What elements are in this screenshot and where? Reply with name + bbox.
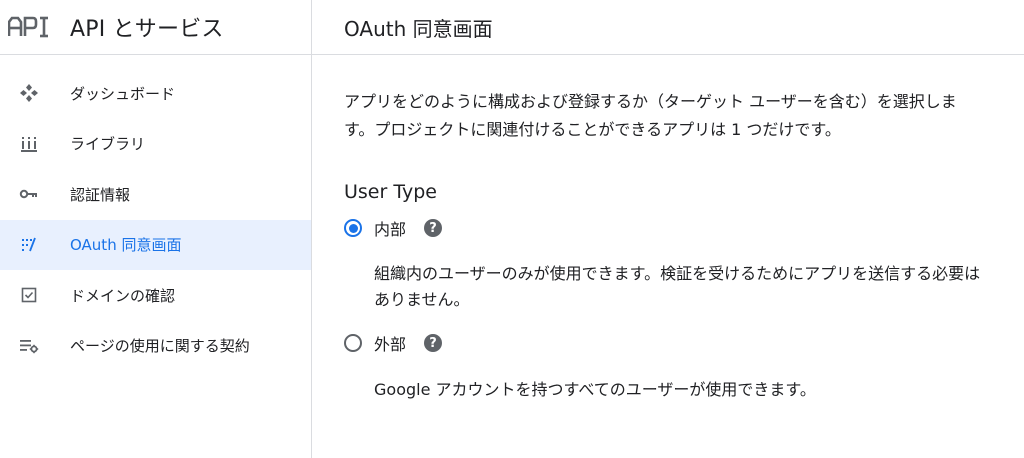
sidebar: API とサービス ダッシュボード ライブラリ 認証情報 OAuth 同意画面 …	[0, 0, 312, 458]
external-label[interactable]: 外部	[374, 331, 406, 355]
settings-list-icon	[18, 335, 40, 357]
sidebar-item-label: 認証情報	[70, 185, 131, 204]
internal-label[interactable]: 内部	[374, 216, 406, 240]
app-window: API とサービス ダッシュボード ライブラリ 認証情報 OAuth 同意画面 …	[0, 0, 1024, 458]
key-icon	[18, 183, 40, 205]
sidebar-item-domain-verification[interactable]: ドメインの確認	[0, 270, 311, 321]
sidebar-header: API とサービス	[0, 0, 311, 55]
content-area: アプリをどのように構成および登録するか（ターゲット ユーザーを含む）を選択します…	[312, 88, 1024, 403]
sidebar-item-label: ページの使用に関する契約	[70, 337, 250, 356]
user-type-internal-option[interactable]: 内部 ?	[344, 216, 1024, 240]
external-description: Google アカウントを持つすべてのユーザーが使用できます。	[374, 380, 816, 399]
dashboard-icon	[18, 82, 40, 104]
user-type-external-option[interactable]: 外部 ?	[344, 331, 1024, 355]
sidebar-item-oauth-consent[interactable]: OAuth 同意画面	[0, 219, 311, 270]
page-description: アプリをどのように構成および登録するか（ターゲット ユーザーを含む）を選択します…	[344, 92, 957, 139]
internal-description: 組織内のユーザーのみが使用できます。検証を受けるためにアプリを送信する必要はあり…	[374, 264, 981, 309]
page-title: OAuth 同意画面	[344, 16, 493, 41]
sidebar-item-label: OAuth 同意画面	[70, 236, 182, 255]
sidebar-item-label: ダッシュボード	[70, 84, 176, 103]
external-radio[interactable]	[344, 334, 362, 352]
user-type-heading: User Type	[344, 181, 437, 203]
library-icon	[18, 133, 40, 155]
sidebar-item-dashboard[interactable]: ダッシュボード	[0, 68, 311, 119]
sidebar-item-label: ライブラリ	[70, 135, 146, 154]
sidebar-item-page-usage-agreements[interactable]: ページの使用に関する契約	[0, 321, 311, 372]
sidebar-item-label: ドメインの確認	[70, 286, 176, 305]
internal-radio[interactable]	[344, 219, 362, 237]
main-content: OAuth 同意画面 アプリをどのように構成および登録するか（ターゲット ユーザ…	[312, 0, 1024, 458]
help-icon[interactable]: ?	[424, 219, 443, 237]
api-logo-icon	[8, 16, 48, 38]
checkbox-icon	[18, 284, 40, 306]
help-icon[interactable]: ?	[424, 334, 443, 352]
sidebar-item-library[interactable]: ライブラリ	[0, 119, 311, 170]
sidebar-item-credentials[interactable]: 認証情報	[0, 169, 311, 220]
radio-dot	[348, 223, 358, 233]
main-header: OAuth 同意画面	[312, 0, 1024, 55]
consent-screen-icon	[18, 234, 40, 256]
sidebar-nav: ダッシュボード ライブラリ 認証情報 OAuth 同意画面 ドメインの確認 ペー…	[0, 55, 311, 371]
api-logo[interactable]	[8, 15, 50, 39]
sidebar-title: API とサービス	[70, 17, 224, 42]
